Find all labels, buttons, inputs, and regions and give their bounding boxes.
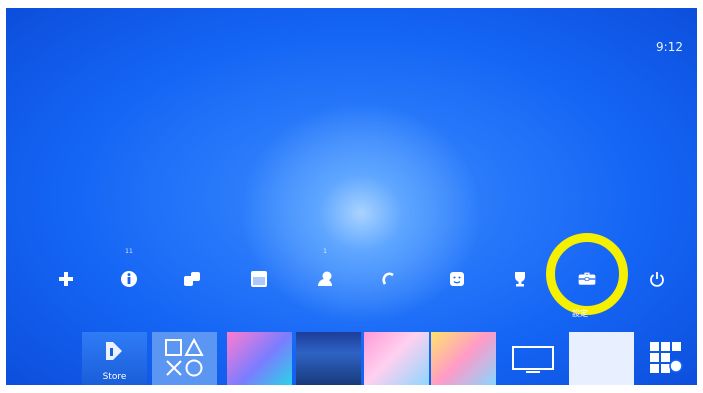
events-item[interactable] xyxy=(245,254,273,288)
clock: 9:12 xyxy=(656,40,683,54)
content-area: Store xyxy=(82,332,697,385)
trophy-icon xyxy=(511,270,529,288)
power-item[interactable] xyxy=(643,254,671,288)
settings-label: 設定 xyxy=(572,309,588,318)
settings-highlight-circle xyxy=(546,233,628,315)
party-item[interactable]: 1 xyxy=(311,248,339,288)
trophies-item[interactable] xyxy=(506,254,534,288)
playstation-logo-icon xyxy=(102,340,126,368)
tv-video-tile[interactable] xyxy=(500,332,565,385)
app-tile[interactable] xyxy=(569,332,634,385)
profile-item[interactable] xyxy=(443,254,471,288)
notifications-badge: 11 xyxy=(125,248,133,255)
library-grid-tile[interactable] xyxy=(638,332,697,385)
ps4-home-screen: 9:12 11 1 設定 Store xyxy=(6,8,697,385)
calendar-icon xyxy=(250,270,268,288)
store-label: Store xyxy=(102,372,127,382)
game-tile-2[interactable] xyxy=(296,332,361,385)
playstation-plus-item[interactable] xyxy=(375,254,403,288)
ps-shapes-icon xyxy=(164,337,204,382)
grid-icon xyxy=(650,342,684,378)
plus-icon xyxy=(57,270,75,288)
friends-icon xyxy=(183,270,201,288)
game-tile-1[interactable] xyxy=(227,332,292,385)
game-tile-3[interactable] xyxy=(364,332,429,385)
party-icon xyxy=(316,270,334,288)
playstation-store-tile[interactable]: Store xyxy=(82,332,147,385)
library-tile[interactable] xyxy=(152,332,217,385)
info-icon xyxy=(120,270,138,288)
party-badge: 1 xyxy=(323,248,327,255)
notifications-item[interactable]: 11 xyxy=(115,248,143,288)
tv-icon xyxy=(512,346,554,378)
power-icon xyxy=(648,270,666,288)
game-tile-4[interactable] xyxy=(431,332,496,385)
profile-icon xyxy=(448,270,466,288)
plus-membership-icon xyxy=(380,270,398,288)
friends-item[interactable] xyxy=(178,254,206,288)
whats-new-item[interactable] xyxy=(52,254,80,288)
